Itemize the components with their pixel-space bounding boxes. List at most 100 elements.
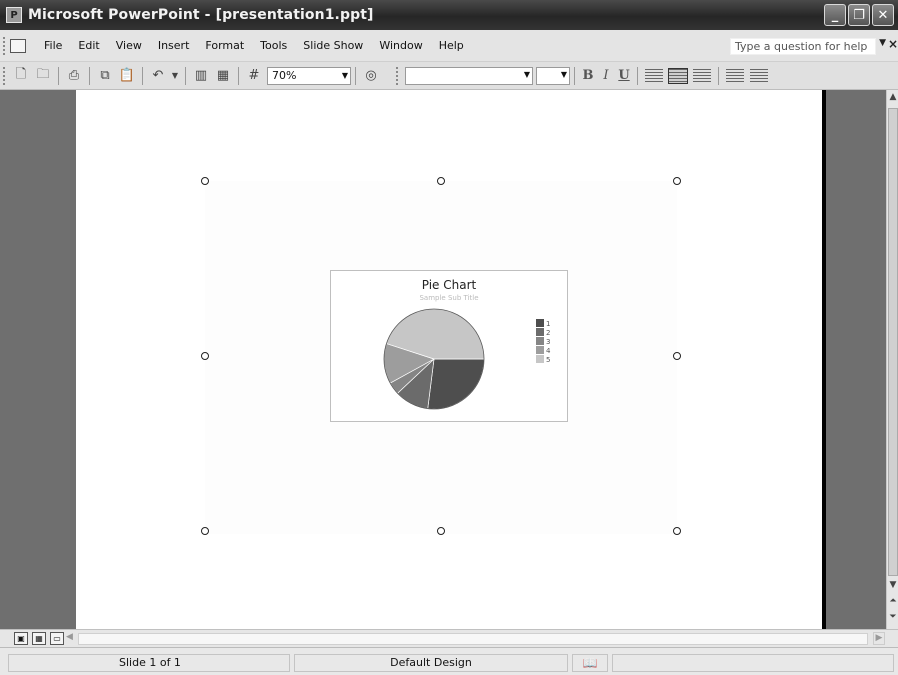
- toolbar-separator: [574, 66, 575, 85]
- menu-format[interactable]: Format: [197, 39, 252, 52]
- toolbar-separator: [637, 66, 638, 85]
- toolbar-separator: [142, 66, 143, 85]
- legend-swatch-5: [536, 355, 544, 363]
- menu-help[interactable]: Help: [431, 39, 472, 52]
- previous-slide-icon[interactable]: ⏶: [887, 596, 898, 606]
- font-name-select[interactable]: ▼: [405, 66, 533, 85]
- minimize-button[interactable]: _: [824, 4, 846, 26]
- new-icon[interactable]: 🗋: [11, 66, 31, 86]
- spelling-check-icon[interactable]: 📖: [572, 654, 608, 672]
- legend-swatch-1: [536, 319, 544, 327]
- underline-button[interactable]: U: [615, 68, 633, 83]
- slide-counter: Slide 1 of 1: [8, 654, 290, 672]
- restore-button[interactable]: ❐: [848, 4, 870, 26]
- open-icon[interactable]: 🗀: [33, 66, 53, 86]
- scroll-right-icon[interactable]: ▶: [873, 632, 885, 645]
- next-slide-icon[interactable]: ⏷: [887, 612, 898, 622]
- font-size-select[interactable]: ▼: [536, 66, 570, 85]
- legend-label-4: 4: [546, 347, 551, 355]
- powerpoint-app-icon[interactable]: P: [6, 7, 22, 23]
- copy-icon[interactable]: ⧉: [95, 66, 115, 86]
- vertical-scroll-thumb[interactable]: [888, 108, 898, 576]
- resize-handle-bottom[interactable]: [437, 527, 445, 535]
- scroll-down-icon[interactable]: ▼: [887, 580, 898, 590]
- undo-icon[interactable]: ↶: [148, 66, 168, 86]
- toolbar-separator: [58, 66, 59, 85]
- window-controls: _ ❐ ✕: [824, 4, 894, 26]
- slide-sorter-view-icon[interactable]: ▦: [32, 632, 46, 645]
- menu-grip-handle[interactable]: [3, 36, 7, 55]
- normal-view-icon[interactable]: ▣: [14, 632, 28, 645]
- legend-label-5: 5: [546, 356, 550, 364]
- toolbar-separator: [718, 66, 719, 85]
- insert-chart-icon[interactable]: ▥: [191, 66, 211, 86]
- title-bar: P Microsoft PowerPoint - [presentation1.…: [0, 0, 898, 30]
- toolbar: 🗋 🗀 ⎙ ⧉ 📋 ↶ ▼ ▥ ▦ # 70% ▼ ◎ ▼ ▼ B I U: [0, 62, 898, 90]
- pie-chart: Pie Chart Sample Sub Title 12345: [330, 270, 568, 422]
- menu-edit[interactable]: Edit: [70, 39, 107, 52]
- resize-handle-bottom-left[interactable]: [201, 527, 209, 535]
- toolbar-grip-handle[interactable]: [3, 66, 7, 85]
- resize-handle-top[interactable]: [437, 177, 445, 185]
- slide-workspace: Pie Chart Sample Sub Title 12345: [0, 90, 898, 629]
- print-icon[interactable]: ⎙: [64, 66, 84, 86]
- menu-file[interactable]: File: [36, 39, 70, 52]
- align-left-icon[interactable]: [645, 68, 663, 83]
- scroll-up-icon[interactable]: ▲: [887, 92, 898, 102]
- window-title: Microsoft PowerPoint - [presentation1.pp…: [28, 7, 374, 23]
- status-empty-panel: [612, 654, 894, 672]
- close-button[interactable]: ✕: [872, 4, 894, 26]
- resize-handle-right[interactable]: [673, 352, 681, 360]
- chevron-down-icon: ▼: [341, 70, 348, 80]
- zoom-value: 70%: [272, 68, 297, 82]
- pie-slice-1: [427, 358, 485, 410]
- legend-label-1: 1: [546, 320, 550, 328]
- menu-slide-show[interactable]: Slide Show: [295, 39, 371, 52]
- chevron-down-icon: ▼: [523, 69, 530, 79]
- toolbar-grip-handle[interactable]: [396, 66, 400, 85]
- toolbar-separator: [185, 66, 186, 85]
- bold-button[interactable]: B: [579, 68, 597, 83]
- status-bar: Slide 1 of 1 Default Design 📖: [0, 647, 898, 675]
- align-center-icon[interactable]: [668, 67, 688, 84]
- numbered-list-icon[interactable]: [726, 68, 744, 83]
- pie-chart-svg: 12345: [383, 308, 551, 410]
- slide-show-view-icon[interactable]: ▭: [50, 632, 64, 645]
- italic-button[interactable]: I: [597, 68, 615, 83]
- show-grid-icon[interactable]: #: [244, 66, 264, 86]
- paste-icon[interactable]: 📋: [117, 66, 137, 86]
- design-template-name[interactable]: Default Design: [294, 654, 568, 672]
- chevron-down-icon: ▼: [560, 69, 567, 79]
- zoom-select[interactable]: 70% ▼: [267, 66, 351, 85]
- resize-handle-top-right[interactable]: [673, 177, 681, 185]
- toolbar-separator: [355, 66, 356, 85]
- close-document-button[interactable]: ×: [888, 37, 898, 51]
- menu-window[interactable]: Window: [371, 39, 430, 52]
- document-icon[interactable]: [10, 38, 26, 53]
- toolbar-separator: [238, 66, 239, 85]
- resize-handle-top-left[interactable]: [201, 177, 209, 185]
- legend-swatch-2: [536, 328, 544, 336]
- menu-tools[interactable]: Tools: [252, 39, 295, 52]
- resize-handle-left[interactable]: [201, 352, 209, 360]
- legend-swatch-3: [536, 337, 544, 345]
- legend-swatch-4: [536, 346, 544, 354]
- resize-handle-bottom-right[interactable]: [673, 527, 681, 535]
- horizontal-scroll-area: ▣ ▦ ▭ ◀ ▶: [0, 629, 898, 647]
- align-right-icon[interactable]: [693, 68, 711, 83]
- toolbar-separator: [89, 66, 90, 85]
- help-icon[interactable]: ◎: [361, 66, 381, 86]
- bullet-list-icon[interactable]: [750, 68, 768, 83]
- insert-table-icon[interactable]: ▦: [213, 66, 233, 86]
- vertical-scrollbar[interactable]: ▲ ▼ ⏶ ⏷: [886, 90, 898, 629]
- help-dropdown-arrow-icon[interactable]: ▼: [879, 38, 886, 48]
- help-search-input[interactable]: Type a question for help: [730, 38, 876, 55]
- slide-canvas[interactable]: Pie Chart Sample Sub Title 12345: [76, 90, 826, 629]
- legend-label-2: 2: [546, 329, 550, 337]
- horizontal-scrollbar[interactable]: [78, 633, 868, 645]
- scroll-left-icon[interactable]: ◀: [66, 632, 76, 645]
- menu-insert[interactable]: Insert: [150, 39, 198, 52]
- menu-bar: File Edit View Insert Format Tools Slide…: [0, 30, 898, 62]
- undo-dropdown-icon[interactable]: ▼: [170, 66, 180, 86]
- menu-view[interactable]: View: [108, 39, 150, 52]
